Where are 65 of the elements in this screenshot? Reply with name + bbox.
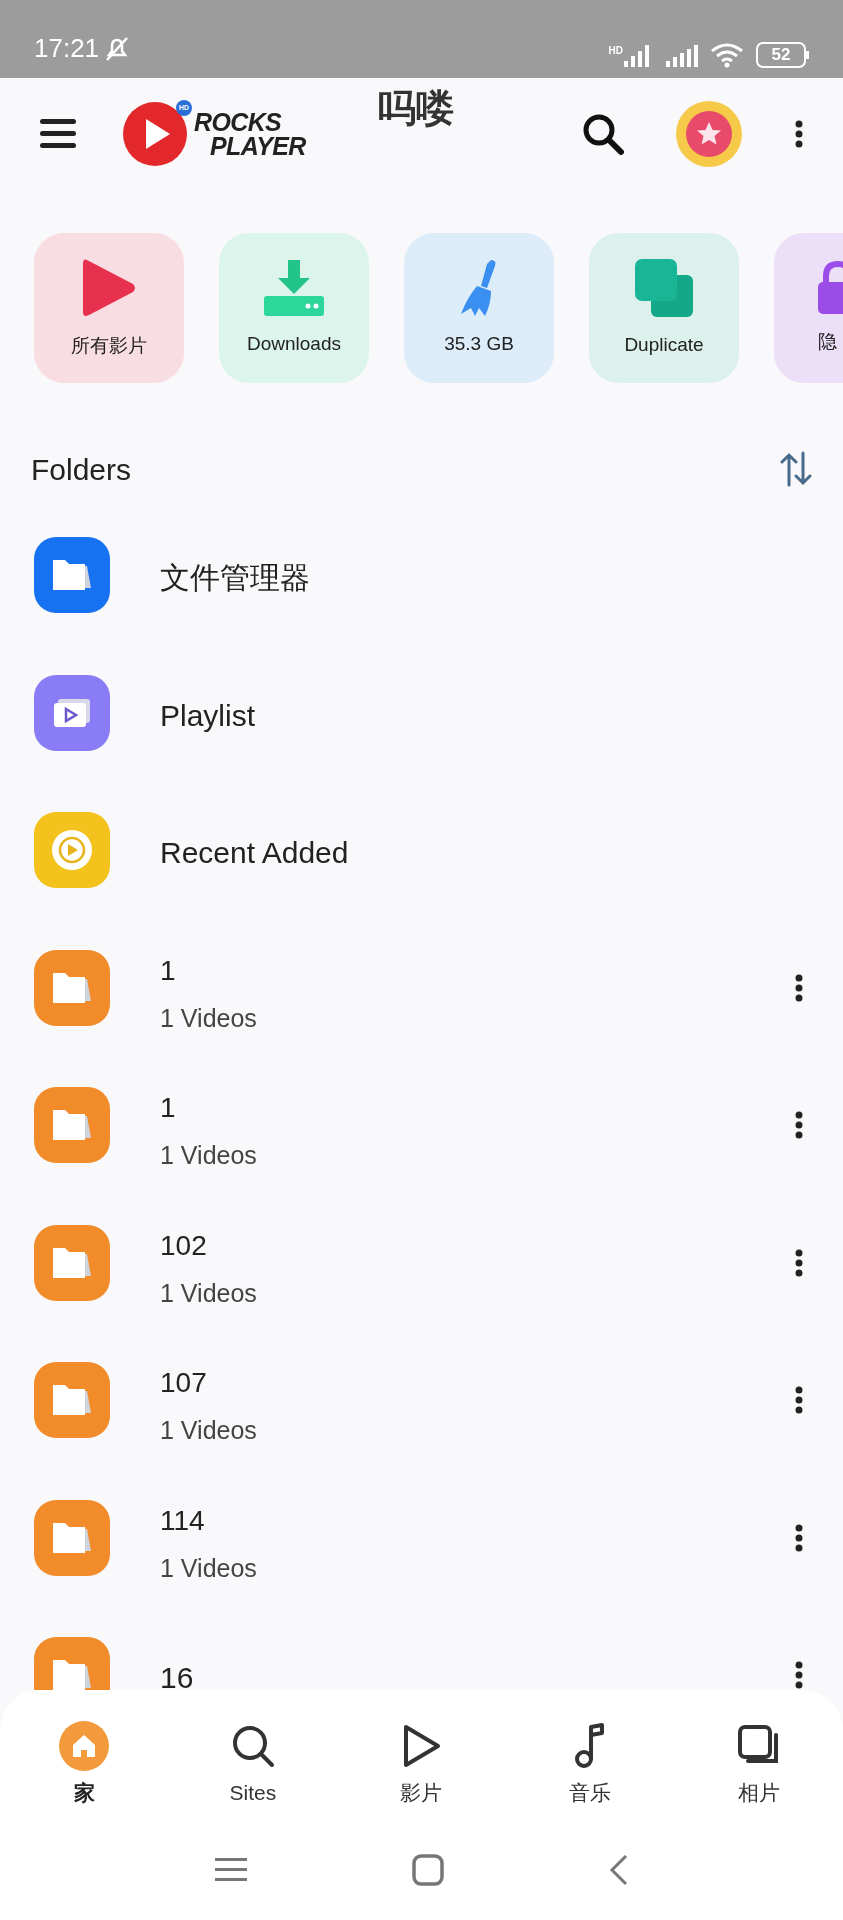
nav-tab[interactable]: 相片 [674,1711,843,1809]
folder-row[interactable]: 107 1 Videos [0,1331,843,1469]
folder-icon [34,537,110,613]
video-count: 1 Videos [160,1415,258,1446]
more-icon[interactable] [795,1248,803,1277]
more-icon[interactable] [795,1386,803,1414]
more-icon[interactable] [795,120,803,148]
shortcut-tile[interactable]: Duplicate [589,233,739,383]
nav-tab[interactable]: 影片 [337,1711,506,1809]
folder-name: 文件管理器 [160,560,311,596]
folder-name: 1 [160,1091,177,1125]
play-logo-icon [122,101,188,167]
video-count: 1 Videos [160,1002,258,1034]
playlist-icon [34,674,110,751]
folder-icon [34,1362,110,1438]
folder-icon [34,949,110,1026]
nav-tab[interactable]: Sites [168,1711,338,1809]
logo-text: PLAYER [210,134,306,158]
shortcut-tile[interactable]: 隐 [774,233,843,383]
folder-icon [34,1224,110,1301]
folder-name: 102 [160,1228,208,1263]
sort-icon[interactable] [780,451,812,487]
nav-tab[interactable]: 家 [0,1711,169,1809]
video-count: 1 Videos [160,1140,258,1171]
folder-row[interactable]: Playlist [0,643,843,781]
premium-badge-icon[interactable] [675,100,743,168]
more-icon[interactable] [795,1523,803,1552]
shortcut-tile[interactable]: 所有影片 [34,233,184,383]
search-icon[interactable] [581,112,625,156]
section-title: Folders [31,451,132,488]
folder-name: 1 [160,953,177,988]
caption-text: 吗喽 [378,86,454,131]
home-square-icon[interactable] [411,1854,444,1886]
logo-text: ROCKS [194,110,283,134]
battery-level: 52 [756,42,806,68]
folder-name: 114 [160,1503,206,1538]
folder-icon [34,1087,110,1163]
more-icon[interactable] [795,1111,803,1139]
back-icon[interactable] [608,1854,629,1886]
video-count: 1 Videos [160,1277,258,1309]
menu-icon[interactable] [40,119,76,149]
folder-row[interactable]: 1 1 Videos [0,1056,843,1194]
network-label: HD [608,44,623,58]
copy-icon [633,256,695,319]
folder-name: 107 [160,1366,208,1400]
folder-row[interactable]: 文件管理器 [0,506,843,644]
folder-icon [34,1499,110,1576]
folder-name: Playlist [160,697,257,734]
shortcut-tile[interactable]: 35.3 GB [404,233,554,383]
folder-row[interactable]: 1 1 Videos [0,918,843,1056]
nav-tab[interactable]: 音乐 [505,1711,675,1809]
download-icon [262,257,326,318]
wifi-icon [710,42,744,68]
folder-name: Recent Added [160,835,350,871]
folder-row[interactable]: 102 1 Videos [0,1193,843,1331]
folder-row[interactable]: Recent Added [0,781,843,919]
video-count: 1 Videos [160,1552,258,1584]
folder-name: 16 [160,1660,195,1690]
shortcut-tile[interactable]: Downloads [219,233,369,383]
recent-play-icon [34,812,110,888]
signal-icon [666,43,698,67]
clock: 17:21 [34,32,100,65]
folder-row[interactable]: 114 1 Videos [0,1468,843,1606]
more-icon[interactable] [795,1661,803,1689]
more-icon[interactable] [795,973,803,1002]
